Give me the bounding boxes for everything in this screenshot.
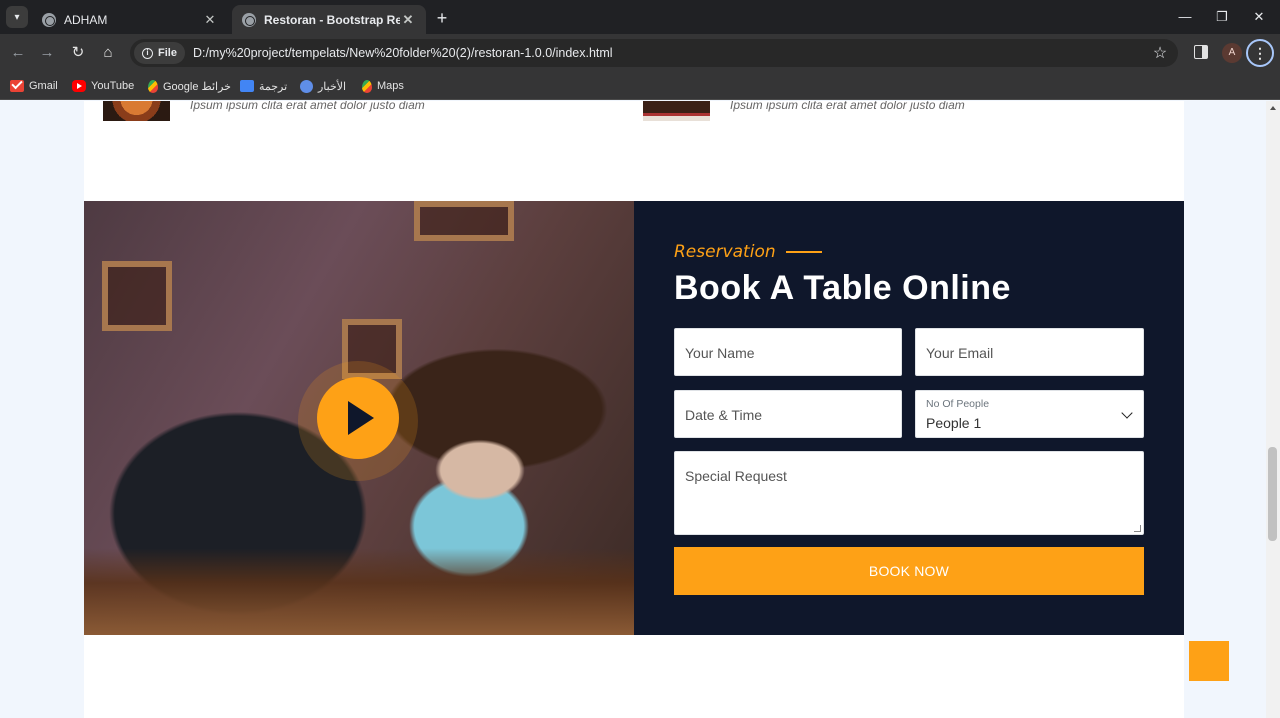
menu-item-image-pizza: [103, 101, 170, 121]
web-page: Ipsum ipsum clita erat amet dolor justo …: [0, 101, 1280, 718]
minimize-icon[interactable]: —: [1173, 6, 1197, 28]
home-icon[interactable]: ⌂: [96, 41, 120, 65]
reload-icon[interactable]: ↻: [66, 41, 90, 65]
people-select[interactable]: No Of People People 1: [915, 390, 1144, 438]
menu-item-image-dish: [643, 101, 710, 121]
kebab-menu-icon[interactable]: ⋮: [1246, 39, 1274, 67]
side-panel-icon[interactable]: [1194, 45, 1208, 59]
bookmark-label: Gmail: [29, 80, 58, 92]
tab-title: Restoran - Bootstrap Restaurant: [264, 12, 400, 27]
bookmark-label: ترجمة: [259, 80, 288, 93]
wall-shelf: [102, 261, 172, 331]
bookmark-youtube[interactable]: YouTube: [72, 77, 134, 95]
datetime-placeholder: Date & Time: [685, 407, 763, 423]
back-arrow-icon[interactable]: ←: [6, 41, 30, 65]
page-scrollbar[interactable]: [1266, 101, 1280, 718]
tab-search-button[interactable]: ▾: [6, 6, 28, 28]
bookmark-news[interactable]: الأخبار: [300, 77, 346, 95]
bookmark-maps[interactable]: Maps: [362, 77, 404, 95]
close-icon[interactable]: ✕: [400, 12, 416, 28]
wall-shelf: [414, 201, 514, 241]
site-info-chip[interactable]: i File: [134, 42, 185, 64]
chevron-down-icon: [1121, 407, 1133, 419]
maps-pin-icon: [148, 79, 158, 93]
bookmark-translate[interactable]: ترجمة: [240, 77, 287, 95]
play-video-button[interactable]: [317, 377, 399, 459]
back-to-top-button[interactable]: [1189, 641, 1229, 681]
globe-icon: [42, 12, 56, 27]
section-subtitle: Reservation: [674, 242, 822, 262]
maps-pin-icon: [362, 79, 372, 93]
new-tab-button[interactable]: +: [432, 8, 452, 28]
bookmark-gmail[interactable]: Gmail: [10, 77, 58, 95]
bookmark-star-icon[interactable]: ☆: [1148, 43, 1172, 63]
people-select-value: People 1: [926, 415, 982, 431]
browser-toolbar: ← → ↻ ⌂ i File D:/my%20project/tempelats…: [0, 34, 1280, 72]
address-bar[interactable]: i File D:/my%20project/tempelats/New%20f…: [130, 39, 1178, 67]
name-placeholder: Your Name: [685, 345, 755, 361]
url-text[interactable]: D:/my%20project/tempelats/New%20folder%2…: [193, 46, 1148, 60]
subtitle-divider: [785, 251, 822, 253]
scroll-up-icon[interactable]: [1270, 106, 1276, 110]
bookmark-google-maps-ar[interactable]: Google خرائط: [148, 77, 231, 95]
bookmarks-bar: Gmail YouTube Google خرائط ترجمة الأخبار…: [0, 72, 1280, 100]
bookmark-label: Maps: [377, 80, 404, 92]
resize-handle-icon[interactable]: [1134, 525, 1141, 532]
browser-tab-strip: ▾ ADHAM ✕ Restoran - Bootstrap Restauran…: [0, 0, 1280, 34]
globe-icon: [242, 12, 256, 27]
reservation-form-panel: Reservation Book A Table Online Your Nam…: [634, 201, 1184, 635]
bookmark-label: YouTube: [91, 80, 135, 92]
tab-restoran[interactable]: Restoran - Bootstrap Restaurant ✕: [232, 5, 426, 34]
maximize-icon[interactable]: ❐: [1210, 6, 1234, 28]
youtube-icon: [72, 80, 86, 92]
scrollbar-thumb[interactable]: [1268, 447, 1277, 541]
email-input[interactable]: Your Email: [915, 328, 1144, 376]
bookmark-label: الأخبار: [318, 80, 347, 93]
reservation-section: Reservation Book A Table Online Your Nam…: [84, 201, 1184, 635]
name-input[interactable]: Your Name: [674, 328, 902, 376]
close-icon[interactable]: ✕: [202, 12, 218, 28]
news-icon: [300, 79, 313, 93]
book-now-button[interactable]: BOOK NOW: [674, 547, 1144, 595]
window-close-icon[interactable]: ✕: [1247, 6, 1271, 28]
email-placeholder: Your Email: [926, 345, 994, 361]
forward-arrow-icon[interactable]: →: [35, 41, 59, 65]
tab-title: ADHAM: [64, 12, 108, 27]
tab-adham[interactable]: ADHAM ✕: [32, 5, 228, 34]
people-select-label: No Of People: [926, 398, 990, 410]
subtitle-text: Reservation: [674, 242, 776, 262]
special-request-placeholder: Special Request: [685, 468, 787, 484]
special-request-textarea[interactable]: Special Request: [674, 451, 1144, 535]
reservation-video-image: [84, 201, 634, 635]
form-title: Book A Table Online: [674, 269, 1011, 307]
profile-avatar[interactable]: A: [1222, 43, 1242, 63]
bookmark-label: Google خرائط: [163, 80, 231, 93]
gmail-icon: [10, 80, 24, 92]
info-icon: i: [142, 47, 153, 59]
menu-item-description: Ipsum ipsum clita erat amet dolor justo …: [190, 101, 425, 112]
menu-item-description: Ipsum ipsum clita erat amet dolor justo …: [730, 101, 965, 112]
site-info-label: File: [158, 47, 177, 59]
datetime-input[interactable]: Date & Time: [674, 390, 902, 438]
translate-icon: [240, 80, 254, 92]
